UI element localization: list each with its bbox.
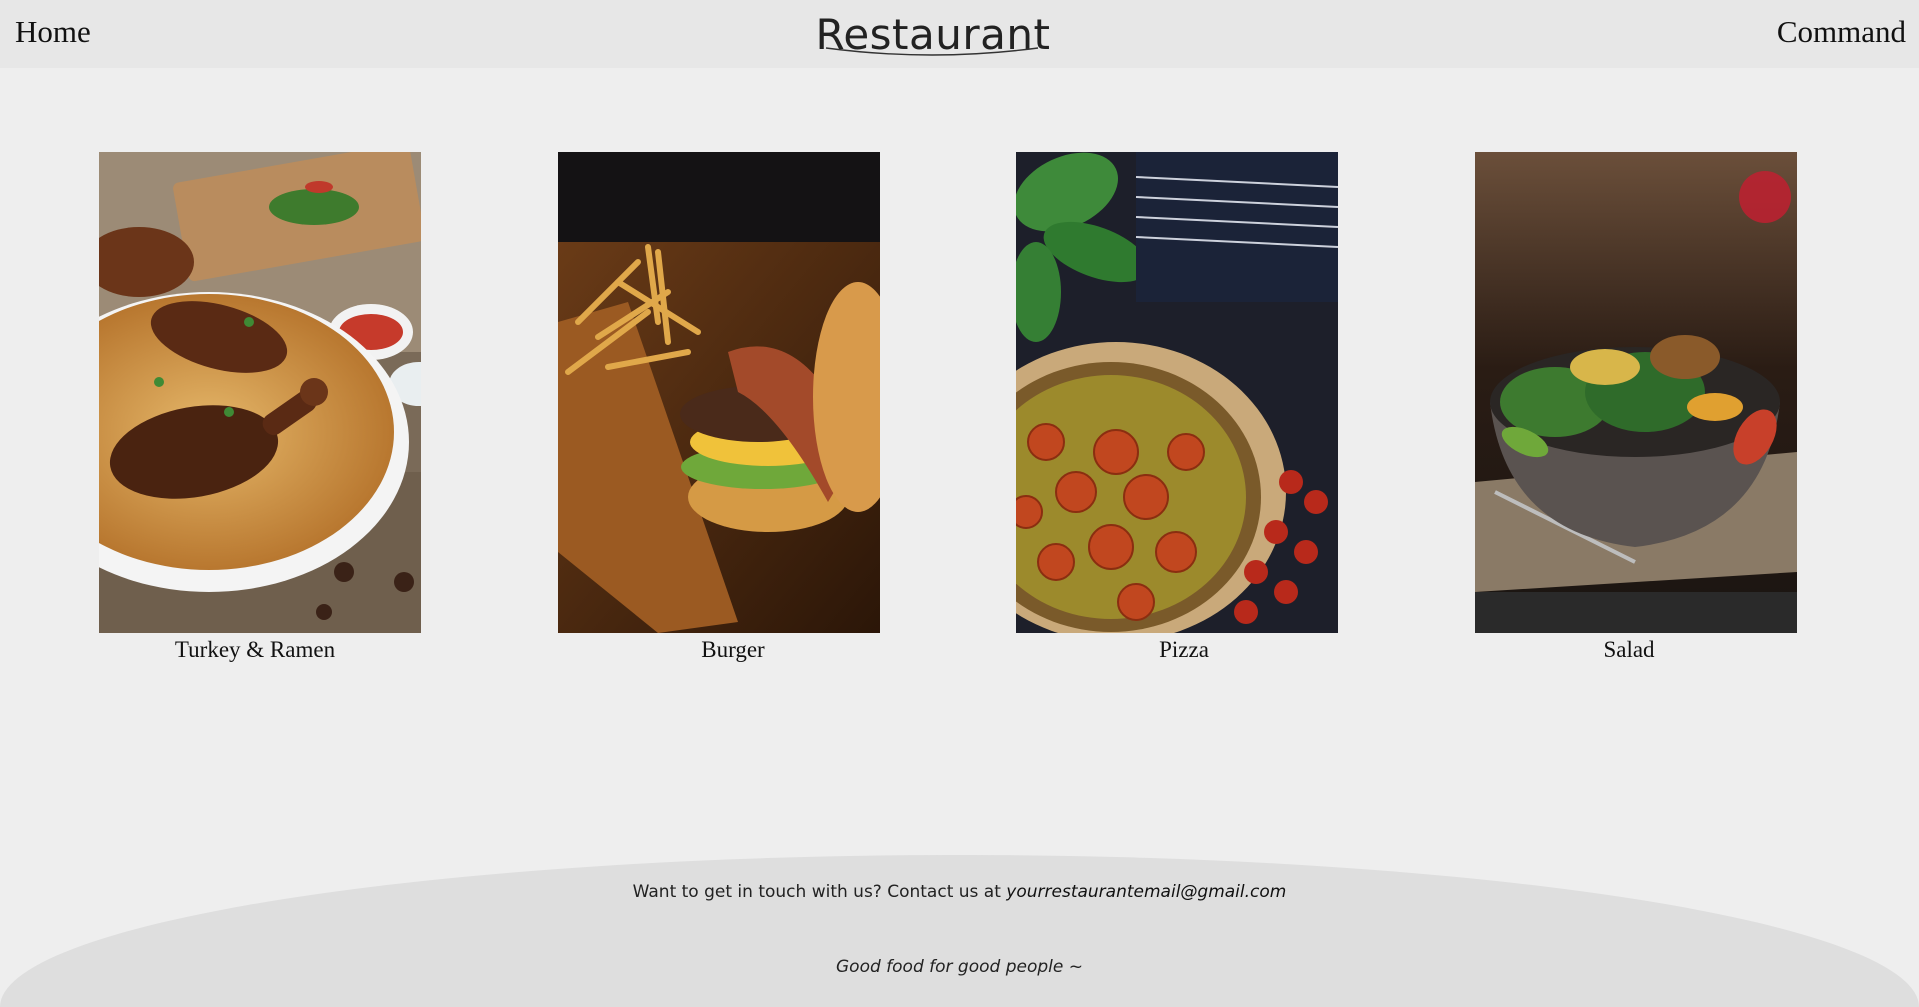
dish-label: Salad bbox=[1603, 637, 1655, 662]
dish-label: Turkey & Ramen bbox=[174, 637, 336, 662]
nav-command-link[interactable]: Command bbox=[1777, 14, 1906, 50]
footer: Want to get in touch with us? Contact us… bbox=[0, 855, 1919, 1007]
contact-line: Want to get in touch with us? Contact us… bbox=[0, 882, 1919, 902]
burger-and-fries-photo[interactable] bbox=[558, 152, 880, 633]
dish-label: Pizza bbox=[1159, 637, 1209, 662]
dish-label: Burger bbox=[701, 637, 765, 662]
dish-card-burger[interactable]: Burger bbox=[558, 152, 880, 662]
dish-gallery: Turkey & Ramen Burger Pizza Salad bbox=[0, 152, 1919, 672]
dish-card-salad[interactable]: Salad bbox=[1475, 152, 1797, 662]
rice-and-roasted-chicken-photo[interactable] bbox=[99, 152, 421, 633]
dish-card-pizza[interactable]: Pizza bbox=[1016, 152, 1338, 662]
tomato-pizza-photo[interactable] bbox=[1016, 152, 1338, 633]
dish-card-turkey-ramen[interactable]: Turkey & Ramen bbox=[99, 152, 421, 662]
title-underline bbox=[825, 47, 1039, 56]
contact-email-link[interactable]: yourrestaurantemail@gmail.com bbox=[1006, 882, 1286, 902]
header-bar: Home Restaurant Command bbox=[0, 0, 1919, 68]
salad-bowl-photo[interactable] bbox=[1475, 152, 1797, 633]
tagline: Good food for good people ~ bbox=[836, 957, 1083, 977]
contact-text: Want to get in touch with us? Contact us… bbox=[632, 882, 1001, 902]
